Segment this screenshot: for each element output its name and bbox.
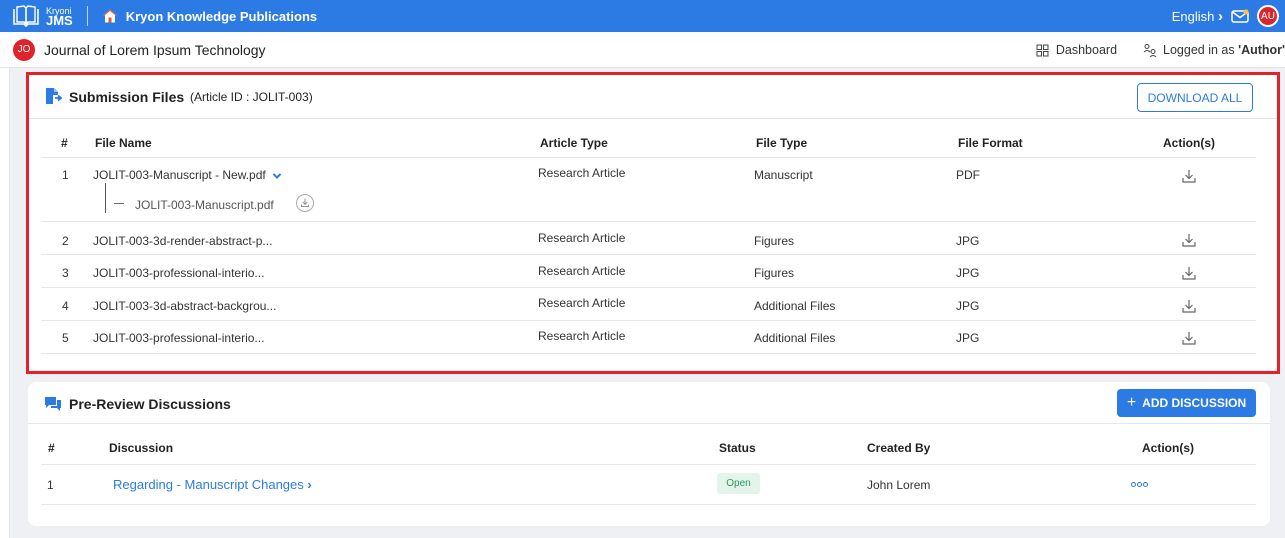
file-format: PDF: [956, 168, 980, 182]
logged-in-role: 'Author': [1238, 43, 1285, 57]
col-header-actions: Action(s): [1142, 441, 1194, 455]
chevron-right-icon: ›: [1218, 7, 1223, 25]
file-name[interactable]: JOLIT-003-professional-interio...: [93, 331, 264, 345]
article-type: Research Article: [538, 264, 626, 278]
discussion-link[interactable]: Regarding - Manuscript Changes ›: [113, 477, 312, 492]
col-header-status: Status: [719, 441, 756, 455]
language-label: English: [1171, 8, 1215, 24]
chevron-down-icon[interactable]: [272, 171, 282, 181]
col-header-file-type: File Type: [756, 136, 808, 150]
journal-avatar: JO: [13, 38, 35, 61]
row-number: 1: [47, 478, 54, 492]
logged-in-text: Logged in as 'Author': [1163, 43, 1285, 57]
subfile-name[interactable]: JOLIT-003-Manuscript.pdf: [135, 198, 274, 212]
left-sidebar-strip: [0, 68, 10, 538]
discussions-header: Pre-Review Discussions + ADD DISCUSSION: [28, 382, 1270, 424]
dashboard-link[interactable]: Dashboard: [1056, 43, 1117, 57]
card-title: Pre-Review Discussions: [69, 396, 231, 412]
file-type: Additional Files: [754, 331, 836, 345]
article-id: (Article ID : JOLIT-003): [190, 90, 313, 104]
created-by: John Lorem: [867, 478, 931, 492]
download-icon[interactable]: [1182, 331, 1196, 345]
topbar-divider: [86, 6, 88, 26]
file-name[interactable]: JOLIT-003-3d-render-abstract-p...: [93, 234, 272, 248]
app-logo[interactable]: Kryoni JMS: [12, 5, 73, 27]
file-name[interactable]: JOLIT-003-3d-abstract-backgrou...: [93, 299, 276, 313]
journal-bar: JO Journal of Lorem Ipsum Technology Das…: [0, 32, 1285, 68]
article-type: Research Article: [538, 231, 626, 245]
top-navbar: Kryoni JMS Kryon Knowledge Publications …: [0, 0, 1285, 32]
file-type: Additional Files: [754, 299, 836, 313]
row-divider: [41, 464, 1256, 465]
file-type: Figures: [754, 266, 795, 280]
discussions-card: Pre-Review Discussions + ADD DISCUSSION #…: [28, 382, 1270, 526]
dashboard-icon: [1036, 44, 1049, 56]
status-badge: Open: [717, 473, 760, 494]
logo-big-text: JMS: [46, 13, 73, 28]
publisher-name[interactable]: Kryon Knowledge Publications: [126, 9, 317, 24]
user-avatar[interactable]: AU: [1257, 5, 1279, 27]
submission-files-card: Submission Files (Article ID : JOLIT-003…: [28, 73, 1279, 370]
chat-icon: [45, 397, 61, 411]
article-type: Research Article: [538, 329, 626, 343]
file-format: JPG: [956, 266, 980, 280]
col-header-file-format: File Format: [958, 136, 1023, 150]
col-header-discussion: Discussion: [109, 441, 174, 455]
home-icon[interactable]: [102, 8, 118, 24]
book-logo-icon: [13, 5, 39, 27]
language-selector[interactable]: English ›: [1172, 8, 1223, 25]
col-header-file-name: File Name: [95, 136, 152, 150]
file-upload-icon: [46, 88, 62, 104]
subfile-dash: [114, 203, 124, 204]
file-format: JPG: [956, 299, 980, 313]
row-number: 4: [62, 299, 69, 313]
row-number: 1: [62, 168, 69, 182]
submission-files-header: Submission Files (Article ID : JOLIT-003…: [28, 73, 1279, 119]
card-title: Submission Files: [69, 89, 185, 105]
row-divider: [41, 287, 1256, 288]
col-header-num: #: [61, 136, 68, 150]
journal-title[interactable]: Journal of Lorem Ipsum Technology: [44, 42, 266, 58]
col-header-actions: Action(s): [1163, 136, 1215, 150]
file-type: Figures: [754, 234, 795, 248]
file-format: JPG: [956, 331, 980, 345]
row-divider: [41, 320, 1256, 321]
article-type: Research Article: [538, 166, 626, 180]
user-switch-icon: [1143, 44, 1157, 57]
file-type: Manuscript: [754, 168, 813, 182]
download-icon[interactable]: [1182, 266, 1196, 280]
row-divider: [41, 221, 1256, 222]
col-header-num: #: [48, 441, 55, 455]
article-type: Research Article: [538, 296, 626, 310]
row-divider: [41, 254, 1256, 255]
col-header-article-type: Article Type: [540, 136, 608, 150]
row-number: 2: [62, 234, 69, 248]
chevron-right-icon: ›: [307, 477, 312, 492]
row-divider: [41, 353, 1256, 354]
mail-icon[interactable]: [1231, 9, 1249, 23]
download-icon[interactable]: [1182, 233, 1196, 247]
download-circle-icon[interactable]: [296, 194, 314, 212]
file-format: JPG: [956, 234, 980, 248]
file-name[interactable]: JOLIT-003-Manuscript - New.pdf: [93, 168, 282, 182]
col-header-created-by: Created By: [867, 441, 931, 455]
download-icon[interactable]: [1182, 299, 1196, 313]
row-divider: [41, 157, 1256, 158]
row-number: 3: [62, 266, 69, 280]
download-all-button[interactable]: DOWNLOAD ALL: [1137, 83, 1253, 112]
more-options-icon[interactable]: [1131, 482, 1149, 488]
add-discussion-button[interactable]: + ADD DISCUSSION: [1117, 389, 1256, 417]
row-number: 5: [62, 331, 69, 345]
download-icon[interactable]: [1182, 169, 1196, 183]
row-divider: [41, 504, 1256, 505]
subfile-connector: [105, 183, 106, 213]
plus-icon: +: [1126, 394, 1137, 411]
file-name[interactable]: JOLIT-003-professional-interio...: [93, 266, 264, 280]
